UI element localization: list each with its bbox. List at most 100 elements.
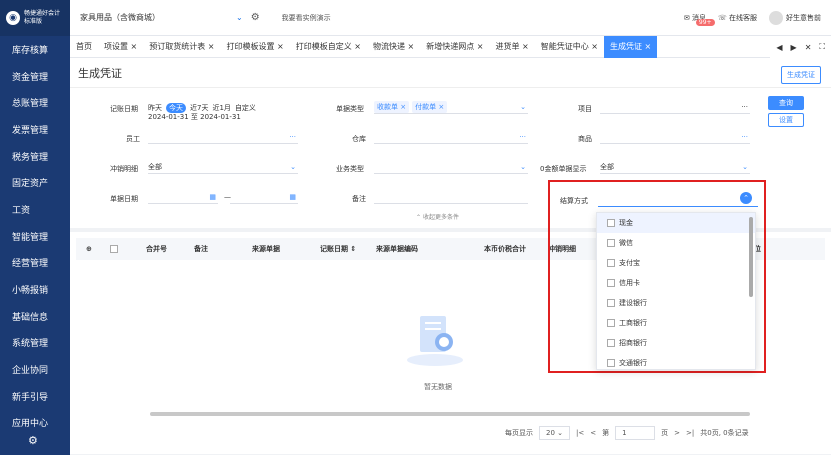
- sidebar-item[interactable]: 应用中心: [0, 410, 70, 437]
- chevron-down-icon: ⌄: [520, 102, 526, 111]
- query-button[interactable]: 查询: [768, 96, 804, 110]
- select-all-checkbox[interactable]: [110, 245, 118, 253]
- page-input[interactable]: 1: [615, 426, 656, 440]
- dropdown-option[interactable]: 招商银行: [597, 333, 755, 353]
- sidebar-item[interactable]: 工资: [0, 196, 70, 223]
- doc-type-select[interactable]: 收款单 × 付款单 × ⌄: [374, 100, 528, 114]
- tab[interactable]: 进货单 ×: [490, 36, 535, 58]
- user-menu[interactable]: 好生意售前: [769, 11, 821, 25]
- sidebar-item[interactable]: 总账管理: [0, 89, 70, 116]
- dropdown-option[interactable]: 交通银行: [597, 353, 755, 373]
- doc-tag[interactable]: 付款单 ×: [412, 100, 448, 113]
- page-header: 生成凭证 生成凭证: [70, 58, 831, 88]
- dropdown-option[interactable]: 信用卡: [597, 273, 755, 293]
- chevron-up-icon[interactable]: ⌃: [740, 192, 752, 204]
- option-checkbox[interactable]: [607, 339, 615, 347]
- generate-voucher-button[interactable]: 生成凭证: [781, 66, 821, 84]
- collapse-toggle[interactable]: ⌃ 收起更多条件: [416, 212, 459, 221]
- horizontal-scrollbar[interactable]: [150, 412, 750, 416]
- close-icon[interactable]: ✕: [805, 43, 812, 52]
- brand-edition: 标准版: [24, 18, 43, 25]
- first-page-icon[interactable]: |<: [576, 429, 584, 437]
- warehouse-input[interactable]: ···: [374, 130, 528, 144]
- project-input[interactable]: ···: [600, 100, 750, 114]
- tab[interactable]: 智能凭证中心 ×: [535, 36, 604, 58]
- option-checkbox[interactable]: [607, 259, 615, 267]
- settle-select[interactable]: [598, 191, 758, 207]
- offset-label: 冲销明细: [110, 165, 138, 173]
- next-page-icon[interactable]: >: [674, 429, 680, 437]
- page-size-select[interactable]: 20 ⌄: [539, 426, 571, 440]
- sidebar-item[interactable]: 企业协同: [0, 356, 70, 383]
- sidebar-item[interactable]: 固定资产: [0, 169, 70, 196]
- fullscreen-icon[interactable]: ⛶: [819, 42, 825, 52]
- demo-link[interactable]: 我要看实例演示: [282, 13, 331, 23]
- end-date-input[interactable]: ▦: [230, 190, 298, 204]
- sidebar-item[interactable]: 系统管理: [0, 330, 70, 357]
- remark-input[interactable]: [374, 190, 528, 204]
- tab[interactable]: 打印模板自定义 ×: [290, 36, 367, 58]
- empty-illustration: [407, 316, 463, 366]
- sidebar-item[interactable]: 基础信息: [0, 303, 70, 330]
- biz-select[interactable]: ⌄: [374, 160, 528, 174]
- sidebar-item[interactable]: 新手引导: [0, 383, 70, 410]
- tab[interactable]: 生成凭证 ×: [604, 35, 658, 58]
- dropdown-option[interactable]: 建设银行: [597, 293, 755, 313]
- more-icon: ···: [741, 102, 748, 111]
- option-checkbox[interactable]: [607, 279, 615, 287]
- zero-value: 全部: [600, 162, 614, 171]
- dropdown-option[interactable]: 支付宝: [597, 253, 755, 273]
- sidebar-item[interactable]: 库存核算: [0, 36, 70, 63]
- more-icon: ···: [289, 132, 296, 141]
- doc-tag[interactable]: 收款单 ×: [374, 100, 410, 113]
- dropdown-scrollbar[interactable]: [749, 217, 753, 297]
- tab[interactable]: 首页: [70, 36, 98, 58]
- chevron-down-icon: ⌄: [290, 162, 296, 171]
- project-label: 项目: [578, 105, 592, 113]
- start-date-input[interactable]: ▦: [148, 190, 218, 204]
- sidebar-item[interactable]: 税务管理: [0, 143, 70, 170]
- dropdown-option[interactable]: 微信: [597, 233, 755, 253]
- option-checkbox[interactable]: [607, 319, 615, 327]
- col-header: 本币价税合计: [484, 245, 526, 253]
- employee-input[interactable]: ···: [148, 130, 298, 144]
- sidebar: ◉ 畅捷通好会计 标准版 库存核算 资金管理 总账管理 发票管理 税务管理 固定资产 工资 智能…: [0, 0, 70, 455]
- tab[interactable]: 物流快递 ×: [367, 36, 420, 58]
- brand-name: 畅捷通好会计: [24, 10, 61, 17]
- date-range[interactable]: 2024-01-31 至 2024-01-31: [148, 112, 241, 122]
- sidebar-item[interactable]: 资金管理: [0, 63, 70, 90]
- last-page-icon[interactable]: >|: [686, 429, 694, 437]
- sidebar-item[interactable]: 智能管理: [0, 223, 70, 250]
- zero-select[interactable]: 全部 ⌄: [600, 160, 750, 174]
- sidebar-item[interactable]: 经营管理: [0, 250, 70, 277]
- tab[interactable]: 打印模板设置 ×: [221, 36, 290, 58]
- sidebar-item[interactable]: 发票管理: [0, 116, 70, 143]
- option-checkbox[interactable]: [607, 359, 615, 367]
- option-checkbox[interactable]: [607, 219, 615, 227]
- option-checkbox[interactable]: [607, 239, 615, 247]
- goods-input[interactable]: ···: [600, 130, 750, 144]
- sidebar-item[interactable]: 小畅报销: [0, 276, 70, 303]
- tab[interactable]: 项设置 ×: [98, 36, 143, 58]
- settings-icon[interactable]: ⚙: [251, 12, 260, 23]
- settings-button[interactable]: 设置: [768, 113, 804, 127]
- chevron-down-icon[interactable]: ⌄: [236, 13, 243, 22]
- tab-next-icon[interactable]: ▶: [791, 43, 797, 52]
- brand-logo: ◉ 畅捷通好会计 标准版: [0, 0, 70, 36]
- tab[interactable]: 预订取货统计表 ×: [143, 36, 220, 58]
- company-select[interactable]: 家具用品（含微商城）: [80, 12, 230, 23]
- offset-select[interactable]: 全部 ⌄: [148, 160, 298, 174]
- col-header[interactable]: 记账日期 ⇕: [320, 244, 356, 254]
- calendar-icon: ▦: [209, 192, 216, 201]
- tab[interactable]: 新增快递网点 ×: [420, 36, 489, 58]
- dropdown-option[interactable]: 现金: [597, 213, 755, 233]
- dropdown-option[interactable]: 工商银行: [597, 313, 755, 333]
- service-button[interactable]: ☏ 在线客服: [718, 13, 757, 23]
- message-button[interactable]: ✉ 消息 99+: [684, 13, 715, 26]
- gear-icon[interactable]: ⚙: [28, 434, 38, 447]
- option-checkbox[interactable]: [607, 299, 615, 307]
- tab-prev-icon[interactable]: ◀: [776, 43, 782, 52]
- column-settings-icon[interactable]: ⊕: [86, 245, 92, 253]
- employee-label: 员工: [126, 135, 140, 143]
- prev-page-icon[interactable]: <: [590, 429, 596, 437]
